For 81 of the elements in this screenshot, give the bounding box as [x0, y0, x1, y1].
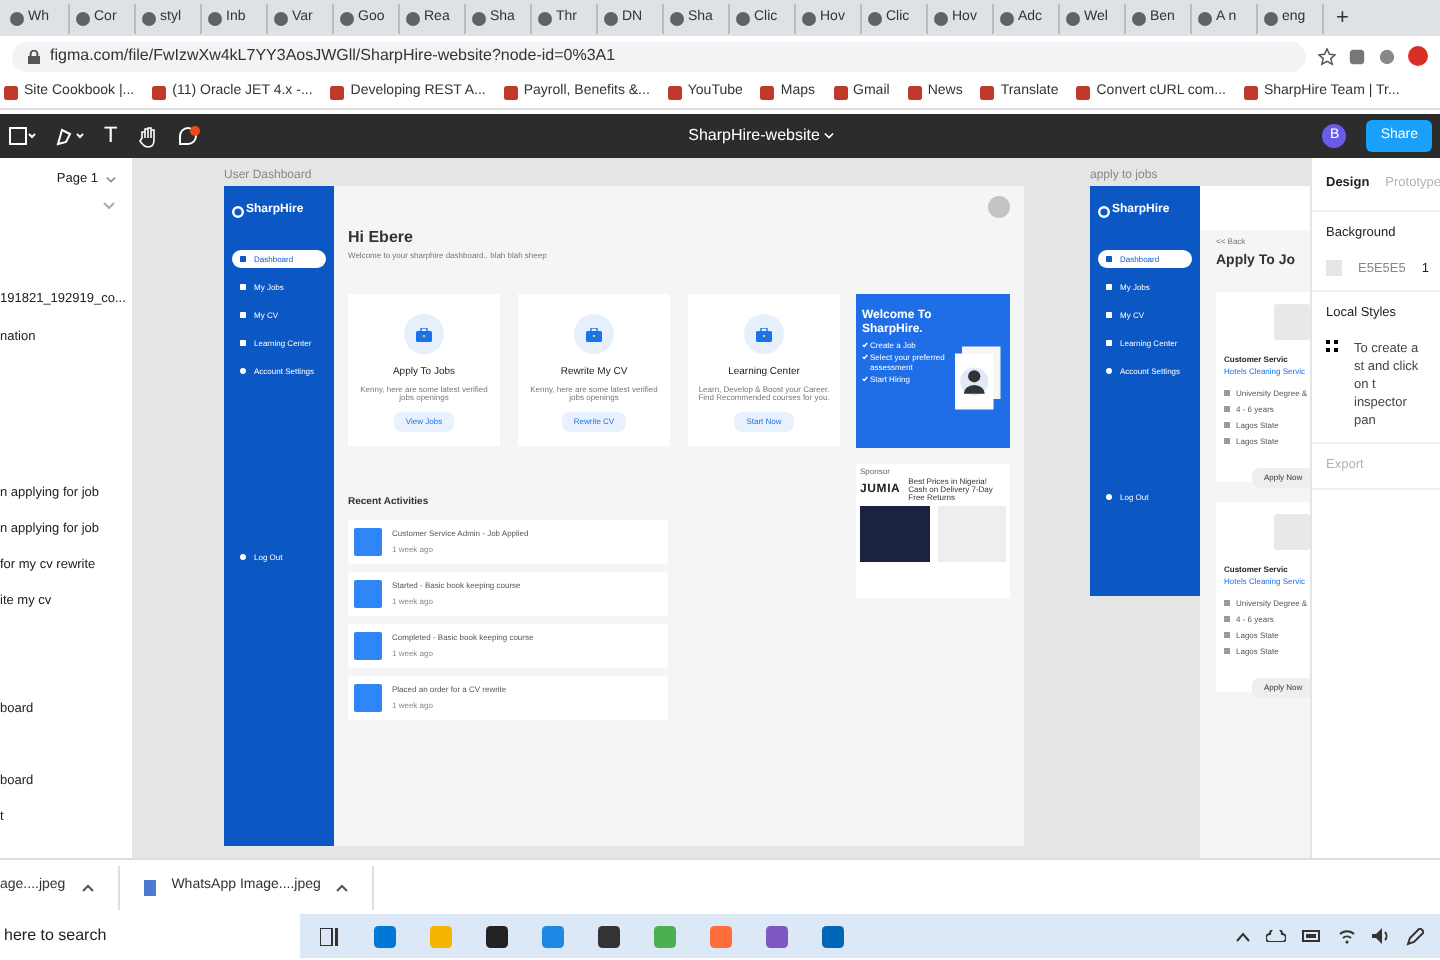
briefcase-icon	[756, 327, 772, 341]
site-icon	[406, 11, 420, 25]
activity-thumbnail	[354, 579, 382, 607]
detail-icon	[1224, 438, 1230, 444]
activity-thumbnail	[354, 631, 382, 659]
rectangle-tool-icon[interactable]	[8, 126, 36, 146]
site-icon	[472, 11, 486, 25]
site-icon	[760, 85, 775, 99]
site-icon	[76, 11, 90, 25]
site-icon	[670, 11, 684, 25]
site-icon	[1132, 11, 1146, 25]
site-icon	[10, 11, 24, 25]
site-icon	[503, 85, 518, 99]
wifi-icon[interactable]	[1338, 928, 1356, 944]
chevron-icon	[102, 202, 116, 210]
app-icon[interactable]	[597, 925, 619, 947]
site-icon	[736, 11, 750, 25]
site-icon	[340, 11, 354, 25]
site-icon	[1198, 11, 1212, 25]
site-icon	[934, 11, 948, 25]
site-icon	[208, 11, 222, 25]
briefcase-icon	[586, 327, 602, 341]
briefcase-icon	[416, 327, 432, 341]
speaker-icon[interactable]	[1372, 928, 1390, 944]
site-icon	[1066, 11, 1080, 25]
caret-icon[interactable]	[81, 883, 94, 891]
taskbar-search-field[interactable]: here to search	[0, 914, 300, 958]
hand-tool-icon[interactable]	[137, 125, 158, 147]
profile-avatar-icon	[988, 196, 1010, 218]
site-icon	[1000, 11, 1014, 25]
chevron-icon	[823, 132, 834, 140]
lock-icon	[28, 49, 40, 63]
site-icon	[980, 85, 995, 99]
task-view-icon[interactable]	[319, 927, 337, 945]
battery-icon[interactable]	[1302, 930, 1322, 942]
site-icon	[802, 11, 816, 25]
logo-icon	[1098, 205, 1110, 217]
pen-tool-icon[interactable]	[56, 126, 84, 146]
file-title[interactable]: SharpHire-website	[688, 124, 820, 148]
star-icon	[1318, 47, 1336, 65]
cloud-icon[interactable]	[1266, 930, 1286, 942]
app-icon[interactable]	[485, 925, 507, 947]
chevron-icon	[106, 176, 116, 184]
site-icon	[907, 85, 922, 99]
detail-icon	[1224, 632, 1230, 638]
activity-thumbnail	[354, 527, 382, 555]
site-icon	[274, 11, 288, 25]
photo-placeholder	[860, 505, 929, 562]
detail-icon	[1224, 390, 1230, 396]
site-icon	[142, 11, 156, 25]
pen-icon[interactable]	[1406, 927, 1424, 945]
detail-icon	[1224, 648, 1230, 654]
site-icon	[833, 85, 848, 99]
color-swatch[interactable]	[1326, 260, 1342, 277]
greeting-heading: Hi Ebere	[348, 226, 415, 250]
text-tool-button[interactable]: T	[104, 119, 118, 153]
logo-icon	[232, 205, 244, 217]
grid-icon	[1326, 340, 1338, 352]
site-icon	[152, 85, 167, 99]
site-icon	[667, 85, 682, 99]
comment-icon[interactable]	[177, 125, 200, 147]
site-icon	[330, 85, 345, 99]
detail-icon	[1224, 422, 1230, 428]
site-icon	[1243, 85, 1258, 99]
profile-icon	[1408, 46, 1428, 66]
detail-icon	[1224, 600, 1230, 606]
site-icon	[538, 11, 552, 25]
file-icon	[143, 879, 156, 895]
activity-thumbnail	[354, 683, 382, 711]
chevron-up-icon[interactable]	[1236, 931, 1250, 941]
address-bar[interactable]: figma.com/file/FwIzwXw4kL7YY3AosJWGll/SharpHire-website?node-id=0%3A1	[12, 41, 1306, 71]
detail-icon	[1224, 406, 1230, 412]
site-icon	[1076, 85, 1091, 99]
caret-icon[interactable]	[336, 883, 349, 891]
site-icon	[4, 85, 18, 99]
site-icon	[604, 11, 618, 25]
detail-icon	[1224, 616, 1230, 622]
new-tab-button[interactable]: +	[1324, 1, 1361, 35]
site-icon	[1264, 11, 1278, 25]
site-icon	[868, 11, 882, 25]
check-icon	[862, 375, 868, 382]
